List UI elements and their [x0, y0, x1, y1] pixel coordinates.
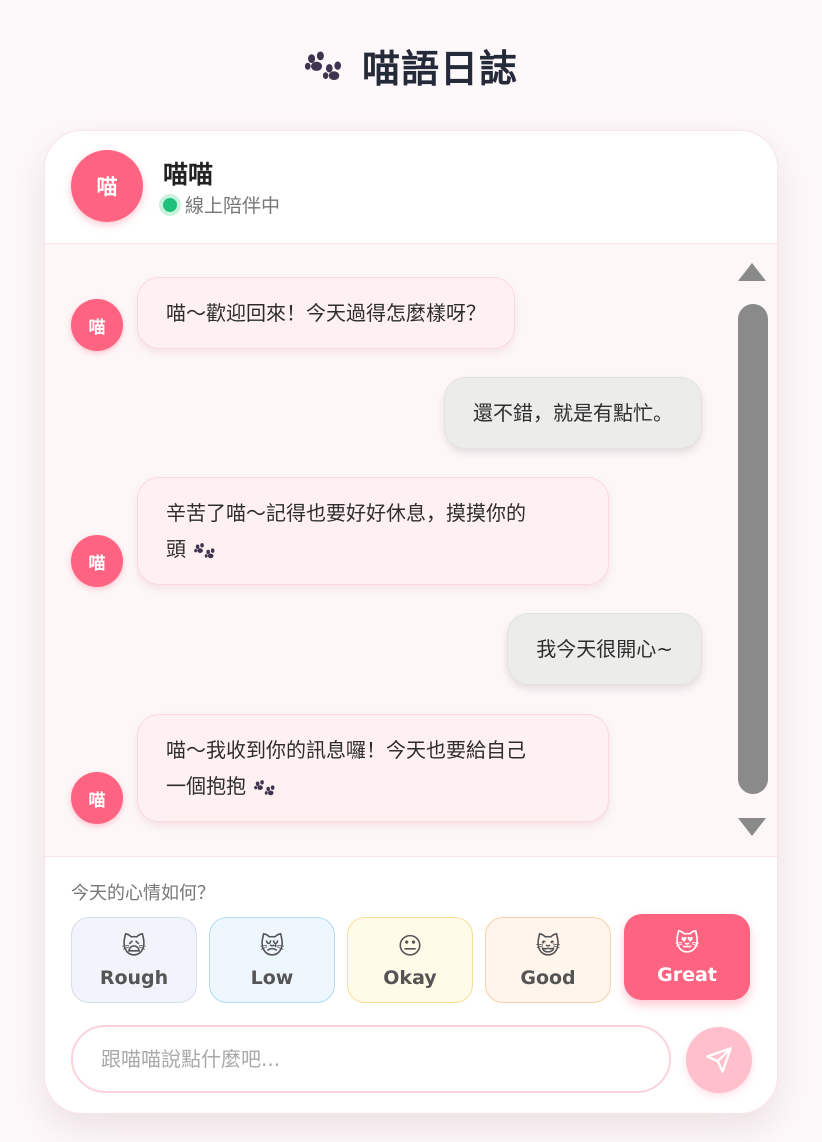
mood-label-text: Good — [520, 967, 576, 989]
page-title: 喵語日誌 — [0, 38, 822, 93]
message-bubble-bot: 喵～我收到你的訊息囉！今天也要給自己 一個抱抱 — [137, 714, 609, 822]
avatar: 喵 — [71, 150, 143, 222]
paw-icon — [194, 542, 215, 558]
mood-label-text: Great — [657, 964, 717, 986]
app-title: 喵語日誌 — [361, 47, 518, 91]
mood-button-low[interactable]: 😿 Low — [209, 917, 335, 1003]
message-bubble-user: 還不錯，就是有點忙。 — [444, 377, 702, 449]
mood-selector: 今天的心情如何？ 🙀 Rough 😿 Low 😐 Okay 😺 Good 😻 G… — [45, 856, 777, 1007]
mood-button-rough[interactable]: 🙀 Rough — [71, 917, 197, 1003]
send-button[interactable] — [686, 1027, 752, 1093]
chat-card: 喵 喵喵 線上陪伴中 喵 喵～歡迎回來！今天過得怎麼樣呀？ 還不錯，就是有點忙。… — [44, 130, 778, 1114]
chat-header: 喵 喵喵 線上陪伴中 — [45, 131, 777, 244]
message-bubble-bot: 辛苦了喵～記得也要好好休息，摸摸你的 頭 — [137, 477, 609, 585]
mood-button-great[interactable]: 😻 Great — [624, 914, 750, 1000]
message-text: 喵～歡迎回來！今天過得怎麼樣呀？ — [166, 301, 486, 325]
message-text: 一個抱抱 — [166, 774, 246, 798]
mood-label-text: Rough — [99, 967, 169, 989]
status-text: 線上陪伴中 — [185, 195, 281, 217]
bot-avatar: 喵 — [71, 535, 123, 587]
mood-button-good[interactable]: 😺 Good — [485, 917, 611, 1003]
message-input[interactable] — [99, 1046, 643, 1072]
scroll-down-arrow[interactable] — [738, 818, 766, 836]
message-text: 喵～我收到你的訊息囉！今天也要給自己 — [166, 738, 526, 762]
send-icon — [706, 1047, 732, 1073]
bot-avatar: 喵 — [71, 299, 123, 351]
scrollbar-thumb[interactable] — [738, 304, 768, 794]
online-dot-icon — [163, 197, 177, 212]
crying-cat-icon: 😿 — [259, 932, 285, 960]
mood-label-text: Low — [250, 967, 294, 989]
message-text: 我今天很開心~ — [536, 637, 673, 661]
message-bubble-bot: 喵～歡迎回來！今天過得怎麼樣呀？ — [137, 277, 515, 349]
mood-button-okay[interactable]: 😐 Okay — [347, 917, 473, 1003]
paw-icon — [304, 50, 342, 80]
message-list[interactable]: 喵 喵～歡迎回來！今天過得怎麼樣呀？ 還不錯，就是有點忙。 喵 辛苦了喵～記得也… — [45, 244, 777, 856]
message-text: 頭 — [166, 537, 186, 561]
composer — [71, 1025, 671, 1093]
message-bubble-user: 我今天很開心~ — [507, 613, 702, 685]
weary-cat-icon: 🙀 — [121, 932, 147, 960]
message-text: 還不錯，就是有點忙。 — [473, 401, 673, 425]
status-indicator: 線上陪伴中 — [159, 191, 280, 218]
message-text: 辛苦了喵～記得也要好好休息，摸摸你的 — [166, 501, 526, 525]
neutral-face-icon: 😐 — [397, 932, 423, 960]
smiling-cat-icon: 😺 — [535, 932, 561, 960]
contact-name: 喵喵 — [163, 160, 214, 189]
mood-prompt: 今天的心情如何？ — [71, 883, 215, 904]
heart-eyes-cat-icon: 😻 — [674, 929, 700, 957]
scroll-up-arrow[interactable] — [738, 263, 766, 281]
mood-label-text: Okay — [383, 967, 437, 989]
bot-avatar: 喵 — [71, 772, 123, 824]
paw-icon — [254, 779, 275, 795]
